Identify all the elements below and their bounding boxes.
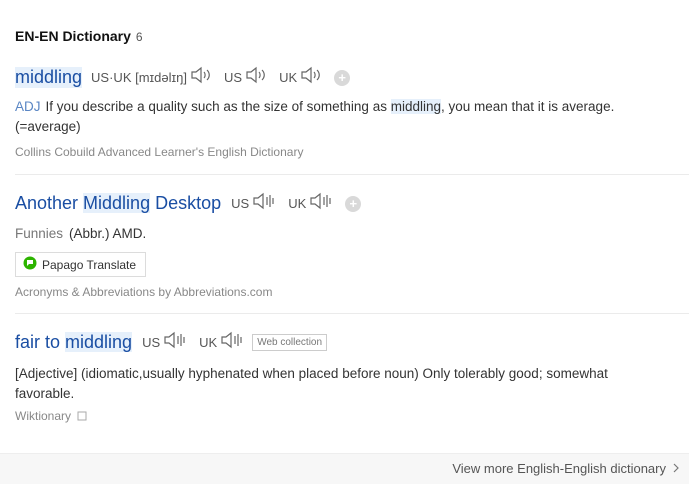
definition: Funnies (Abbr.) AMD. xyxy=(15,224,689,244)
headword-highlight: Middling xyxy=(83,193,151,213)
headword-part: Desktop xyxy=(150,193,222,213)
definition-note: (=average) xyxy=(15,119,81,134)
divider xyxy=(15,174,689,175)
headword-part: Another xyxy=(15,193,84,213)
result-count: 6 xyxy=(135,30,143,44)
view-more-label: View more English-English dictionary xyxy=(452,461,666,476)
dictionary-source[interactable]: Wiktionary xyxy=(15,409,689,424)
speaker-icon[interactable] xyxy=(300,66,322,89)
entry-fair-to-middling: fair to middling US UK Web collection [A… xyxy=(15,331,689,424)
papago-translate-button[interactable]: Papago Translate xyxy=(15,252,147,277)
category-label: Funnies xyxy=(15,226,64,241)
speaker-icon[interactable] xyxy=(245,66,267,89)
headword-part: fair to xyxy=(15,332,66,352)
speaker-icon[interactable] xyxy=(309,192,333,215)
divider xyxy=(15,313,689,314)
part-of-speech: ADJ xyxy=(15,99,41,114)
pronunciation: US·UK [mɪdəlɪŋ] xyxy=(91,70,187,85)
dictionary-header: EN-EN Dictionary 6 xyxy=(15,28,143,44)
add-wordbook-button[interactable]: + xyxy=(334,69,351,86)
papago-label: Papago Translate xyxy=(42,257,137,272)
view-more-link[interactable]: View more English-English dictionary xyxy=(452,461,679,476)
definition-text-end: , you mean that it is average. xyxy=(440,99,615,114)
dictionary-source[interactable]: Collins Cobuild Advanced Learner's Engli… xyxy=(15,145,689,159)
definition-text: If you describe a quality such as the si… xyxy=(45,99,391,114)
us-label: US xyxy=(224,70,243,85)
papago-icon xyxy=(23,256,37,273)
chevron-right-icon xyxy=(673,461,679,476)
us-label: US xyxy=(231,196,250,211)
section-title: EN-EN Dictionary xyxy=(15,28,131,44)
dictionary-source[interactable]: Acronyms & Abbreviations by Abbreviation… xyxy=(15,285,689,299)
external-link-icon xyxy=(77,410,87,424)
speaker-icon[interactable] xyxy=(190,66,212,89)
speaker-icon[interactable] xyxy=(252,192,276,215)
add-wordbook-button[interactable]: + xyxy=(345,195,362,212)
highlighted-word: middling xyxy=(390,99,441,114)
uk-label: UK xyxy=(288,196,307,211)
headword[interactable]: Another Middling Desktop xyxy=(15,193,221,214)
definition-continued: favorable. xyxy=(15,386,75,401)
definition: [Adjective] (idiomatic,usually hyphenate… xyxy=(15,366,608,381)
us-label: US xyxy=(142,335,161,350)
headword[interactable]: fair to middling xyxy=(15,332,133,353)
definition: ADJ If you describe a quality such as the… xyxy=(15,97,689,117)
headword-highlight: middling xyxy=(65,332,133,352)
uk-label: UK xyxy=(279,70,298,85)
headword[interactable]: middling xyxy=(15,67,83,88)
footer-bar: View more English-English dictionary xyxy=(0,453,689,484)
entry-middling: middling US·UK [mɪdəlɪŋ] US UK + ADJ If y… xyxy=(15,66,689,159)
source-label: Wiktionary xyxy=(15,409,72,423)
entry-another-middling-desktop: Another Middling Desktop US UK + Funnies… xyxy=(15,192,689,299)
definition-text: (Abbr.) AMD. xyxy=(69,226,147,241)
web-collection-tag: Web collection xyxy=(252,334,328,351)
uk-label: UK xyxy=(199,335,218,350)
speaker-icon[interactable] xyxy=(163,331,187,354)
speaker-icon[interactable] xyxy=(220,331,244,354)
